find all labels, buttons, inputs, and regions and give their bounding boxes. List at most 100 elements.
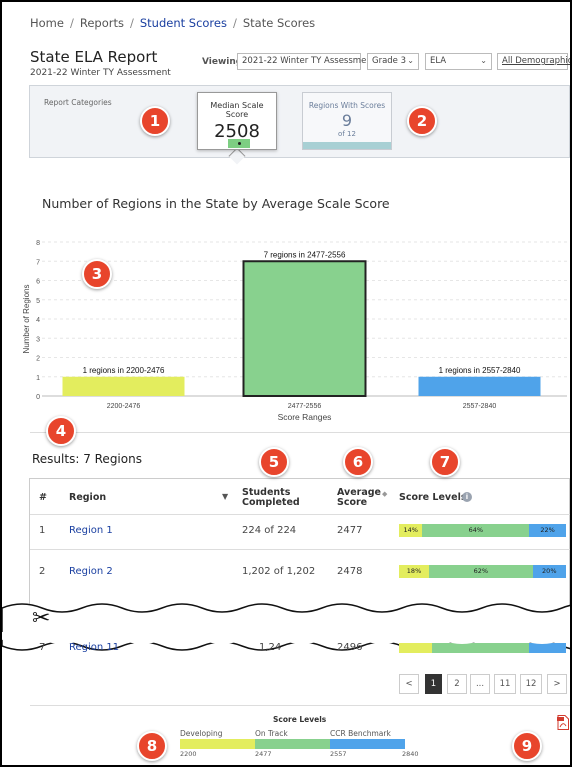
col-header-score-levels: Score Levels — [399, 492, 467, 503]
row-2-region-link[interactable]: Region 2 — [69, 566, 113, 577]
report-categories-panel — [29, 85, 570, 158]
x-tick-label: 2477-2556 — [288, 403, 322, 410]
row-divider — [30, 514, 570, 515]
row-2-score-levels-bar: 18% 62% 20% — [399, 565, 566, 578]
regions-card-title: Regions With Scores — [308, 101, 386, 110]
row-2-num: 2 — [39, 566, 46, 577]
col-header-students[interactable]: Students Completed — [242, 488, 322, 508]
y-tick-label: 0 — [36, 394, 40, 401]
pagination-next[interactable]: > — [547, 674, 567, 694]
row-1-average: 2477 — [337, 525, 363, 536]
demographics-label: All Demographics — [502, 56, 572, 66]
annotation-badge-4: 4 — [46, 416, 76, 446]
y-tick-label: 8 — [36, 240, 40, 247]
assessment-select-value: 2021-22 Winter TY Assessment — [242, 56, 376, 66]
regions-card-value: 9 — [341, 111, 353, 130]
bar-data-label: 1 regions in 2557-2840 — [439, 366, 521, 375]
bar-chart: 0 1 2 3 4 5 6 7 8 1 regions in 2200-2476 7 region… — [22, 240, 567, 422]
median-card-title: Median Scale Score — [210, 101, 264, 119]
page-ellipsis: ... — [470, 674, 490, 694]
score-level-segment: 62% — [429, 565, 533, 578]
page-2[interactable]: 2 — [447, 674, 467, 694]
row-1-score-levels-bar: 14% 64% 22% — [399, 524, 566, 537]
score-level-segment: 20% — [532, 565, 566, 578]
y-tick-label: 4 — [36, 317, 40, 324]
score-level-segment: 18% — [399, 565, 430, 578]
legend-tick-2840: 2840 — [402, 750, 419, 758]
pagination-prev[interactable]: < — [399, 674, 419, 694]
legend-tick-2477: 2477 — [255, 750, 272, 758]
regions-card-of: of 12 — [338, 130, 356, 138]
page-subtitle: 2021-22 Winter TY Assessment — [30, 68, 171, 78]
info-icon[interactable]: i — [462, 492, 472, 502]
report-categories-label: Report Categories — [44, 98, 112, 107]
legend-developing-bar — [180, 739, 255, 749]
median-indicator-bar — [228, 139, 250, 148]
breadcrumb-reports[interactable]: Reports — [80, 16, 124, 30]
sort-icon[interactable]: ◆ — [382, 490, 387, 498]
annotation-badge-8: 8 — [137, 731, 167, 761]
page-1[interactable]: 1 — [425, 674, 442, 694]
row-2-average: 2478 — [337, 566, 363, 577]
breadcrumb-state-scores: State Scores — [242, 16, 316, 30]
y-tick-label: 3 — [36, 336, 40, 343]
section-divider — [30, 705, 570, 706]
annotation-badge-3: 3 — [82, 259, 112, 289]
col-header-num: # — [39, 492, 47, 503]
legend-tick-2200: 2200 — [180, 750, 197, 758]
tear-edge — [2, 632, 570, 644]
score-levels-legend-title: Score Levels — [273, 715, 327, 724]
y-axis-label: Number of Regions — [22, 285, 31, 354]
section-divider — [30, 432, 570, 433]
score-level-segment: 14% — [399, 524, 423, 537]
assessment-select[interactable]: 2021-22 Winter TY Assessment — [237, 53, 375, 70]
breadcrumb-home[interactable]: Home — [30, 16, 64, 30]
y-tick-label: 6 — [36, 279, 40, 286]
y-tick-label: 5 — [36, 298, 40, 305]
legend-developing-label: Developing — [180, 729, 223, 738]
legend-ccr-label: CCR Benchmark — [330, 729, 391, 738]
col-header-region[interactable]: Region — [69, 493, 106, 503]
col-header-average[interactable]: Average Score — [337, 488, 382, 508]
legend-ccr-bar — [330, 739, 405, 749]
annotation-badge-6: 6 — [343, 447, 373, 477]
annotation-badge-7: 7 — [430, 447, 460, 477]
x-tick-label: 2557-2840 — [463, 403, 497, 410]
chart-title: Number of Regions in the State by Averag… — [42, 196, 390, 211]
x-axis-label: Score Ranges — [278, 412, 332, 422]
legend-on-track-bar — [255, 739, 330, 749]
grade-select[interactable]: Grade 3 ⌄ — [367, 53, 419, 70]
breadcrumb: Home / Reports / Student Scores / State Scores — [30, 16, 316, 30]
chevron-down-icon: ⌄ — [407, 56, 414, 65]
median-scale-score-card[interactable]: Median Scale Score 2508 — [197, 92, 277, 150]
row-1-region-link[interactable]: Region 1 — [69, 525, 113, 536]
annotation-badge-5: 5 — [259, 447, 289, 477]
bar-2557-2840[interactable] — [418, 376, 541, 396]
page-title: State ELA Report — [30, 48, 158, 66]
y-tick-label: 2 — [36, 356, 40, 363]
x-tick-label: 2200-2476 — [107, 403, 141, 410]
page-12[interactable]: 12 — [520, 674, 542, 694]
row-1-num: 1 — [39, 525, 46, 536]
score-level-segment: 64% — [422, 524, 530, 537]
score-level-segment: 22% — [529, 524, 566, 537]
row-divider — [30, 549, 570, 550]
legend-on-track-label: On Track — [255, 729, 288, 738]
bar-data-label: 1 regions in 2200-2476 — [83, 366, 165, 375]
bar-2477-2556[interactable] — [242, 260, 367, 397]
breadcrumb-student-scores[interactable]: Student Scores — [140, 16, 227, 30]
demographics-button[interactable]: All Demographics — [497, 53, 570, 70]
regions-card-bar — [303, 142, 391, 149]
pdf-icon[interactable] — [557, 715, 569, 730]
annotation-badge-1: 1 — [140, 106, 170, 136]
page-11[interactable]: 11 — [494, 674, 516, 694]
screenshot-frame: Home / Reports / Student Scores / State Scores… — [0, 0, 572, 767]
legend-tick-2557: 2557 — [330, 750, 347, 758]
subject-select[interactable]: ELA ⌄ — [425, 53, 492, 70]
row-1-students: 224 of 224 — [242, 525, 297, 536]
chevron-down-icon: ⌄ — [480, 56, 487, 65]
sort-caret-icon[interactable]: ▼ — [222, 492, 228, 501]
annotation-badge-2: 2 — [407, 106, 437, 136]
bar-2200-2476[interactable] — [62, 376, 185, 396]
regions-with-scores-card[interactable]: Regions With Scores 9 of 12 — [302, 92, 392, 150]
